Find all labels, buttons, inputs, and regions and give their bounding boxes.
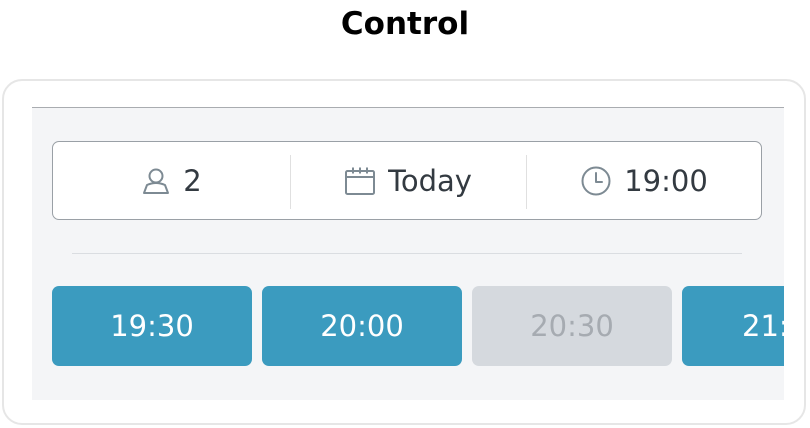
time-slot-button[interactable]: 20:00	[262, 286, 462, 366]
guests-selector[interactable]: 2	[53, 142, 290, 219]
reservation-selector: 2 Today 19:00	[52, 141, 762, 220]
calendar-icon	[344, 166, 376, 196]
time-slot-button-unavailable: 20:30	[472, 286, 672, 366]
guests-value: 2	[183, 163, 202, 198]
time-selector[interactable]: 19:00	[526, 142, 762, 219]
person-icon	[141, 166, 171, 196]
page-heading: Control	[340, 6, 470, 42]
widget-frame: 2 Today 19:00 19:30 20:00 20:30 21	[2, 79, 806, 425]
time-slot-button[interactable]: 19:30	[52, 286, 252, 366]
section-divider	[72, 253, 742, 254]
date-selector[interactable]: Today	[290, 142, 526, 219]
clock-icon	[580, 165, 612, 197]
reservation-panel: 2 Today 19:00 19:30 20:00 20:30 21	[32, 107, 784, 400]
time-value: 19:00	[624, 163, 708, 198]
time-slot-button[interactable]: 21:	[682, 286, 784, 366]
date-value: Today	[388, 163, 472, 198]
